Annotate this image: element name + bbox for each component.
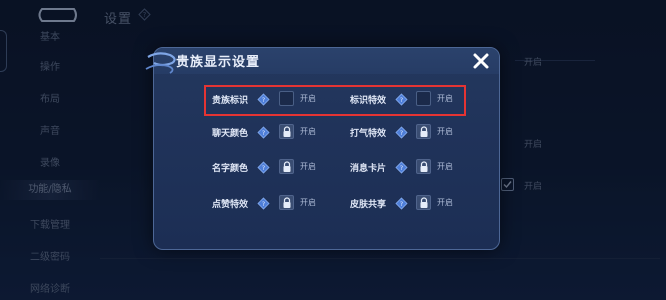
option-message-card: 消息卡片 ? 开启 (350, 159, 470, 177)
option-label: 聊天颜色 (212, 129, 249, 139)
option-state: 开启 (300, 198, 316, 207)
option-label: 名字颜色 (212, 164, 249, 174)
svg-text:?: ? (262, 129, 265, 137)
option-label: 标识特效 (350, 96, 387, 106)
svg-text:?: ? (262, 164, 265, 172)
svg-text:?: ? (400, 129, 403, 137)
option-label: 贵族标识 (212, 96, 249, 106)
lock-icon (279, 195, 294, 210)
noble-display-dialog: 贵族显示设置 贵族标识 ? 开启 标识特效 ? 开启 聊天颜色 ? 开启 打气特… (145, 47, 500, 250)
help-icon[interactable]: ? (257, 197, 270, 210)
help-icon[interactable]: ? (395, 93, 408, 106)
option-label: 消息卡片 (350, 164, 387, 174)
help-icon[interactable]: ? (257, 161, 270, 174)
dialog-title: 贵族显示设置 (176, 55, 261, 70)
option-state: 开启 (437, 198, 453, 207)
option-skin-share: 皮肤共享 ? 开启 (350, 195, 470, 213)
option-state: 开启 (437, 127, 453, 136)
option-state: 开启 (300, 162, 316, 171)
close-icon (473, 53, 489, 69)
close-button[interactable] (472, 52, 490, 70)
option-cheer-effect: 打气特效 ? 开启 (350, 124, 470, 142)
option-badge-effect: 标识特效 ? 开启 (350, 91, 470, 109)
lock-icon (416, 124, 431, 139)
lock-icon (279, 159, 294, 174)
svg-text:?: ? (262, 200, 265, 208)
option-state: 开启 (437, 162, 453, 171)
svg-text:?: ? (400, 96, 403, 104)
help-icon[interactable]: ? (257, 126, 270, 139)
svg-text:?: ? (400, 200, 403, 208)
svg-text:?: ? (400, 164, 403, 172)
help-icon[interactable]: ? (395, 126, 408, 139)
lock-icon (416, 159, 431, 174)
option-chat-color: 聊天颜色 ? 开启 (212, 124, 332, 142)
option-noble-badge: 贵族标识 ? 开启 (212, 91, 332, 109)
option-name-color: 名字颜色 ? 开启 (212, 159, 332, 177)
help-icon[interactable]: ? (395, 161, 408, 174)
option-label: 点赞特效 (212, 200, 249, 210)
badge-effect-checkbox[interactable] (416, 91, 431, 106)
help-icon[interactable]: ? (395, 197, 408, 210)
option-label: 打气特效 (350, 129, 387, 139)
option-state: 开启 (300, 127, 316, 136)
help-icon[interactable]: ? (257, 93, 270, 106)
option-state: 开启 (437, 94, 453, 103)
noble-badge-checkbox[interactable] (279, 91, 294, 106)
option-state: 开启 (300, 94, 316, 103)
option-like-effect: 点赞特效 ? 开启 (212, 195, 332, 213)
lock-icon (279, 124, 294, 139)
option-label: 皮肤共享 (350, 200, 387, 210)
svg-text:?: ? (262, 96, 265, 104)
lock-icon (416, 195, 431, 210)
